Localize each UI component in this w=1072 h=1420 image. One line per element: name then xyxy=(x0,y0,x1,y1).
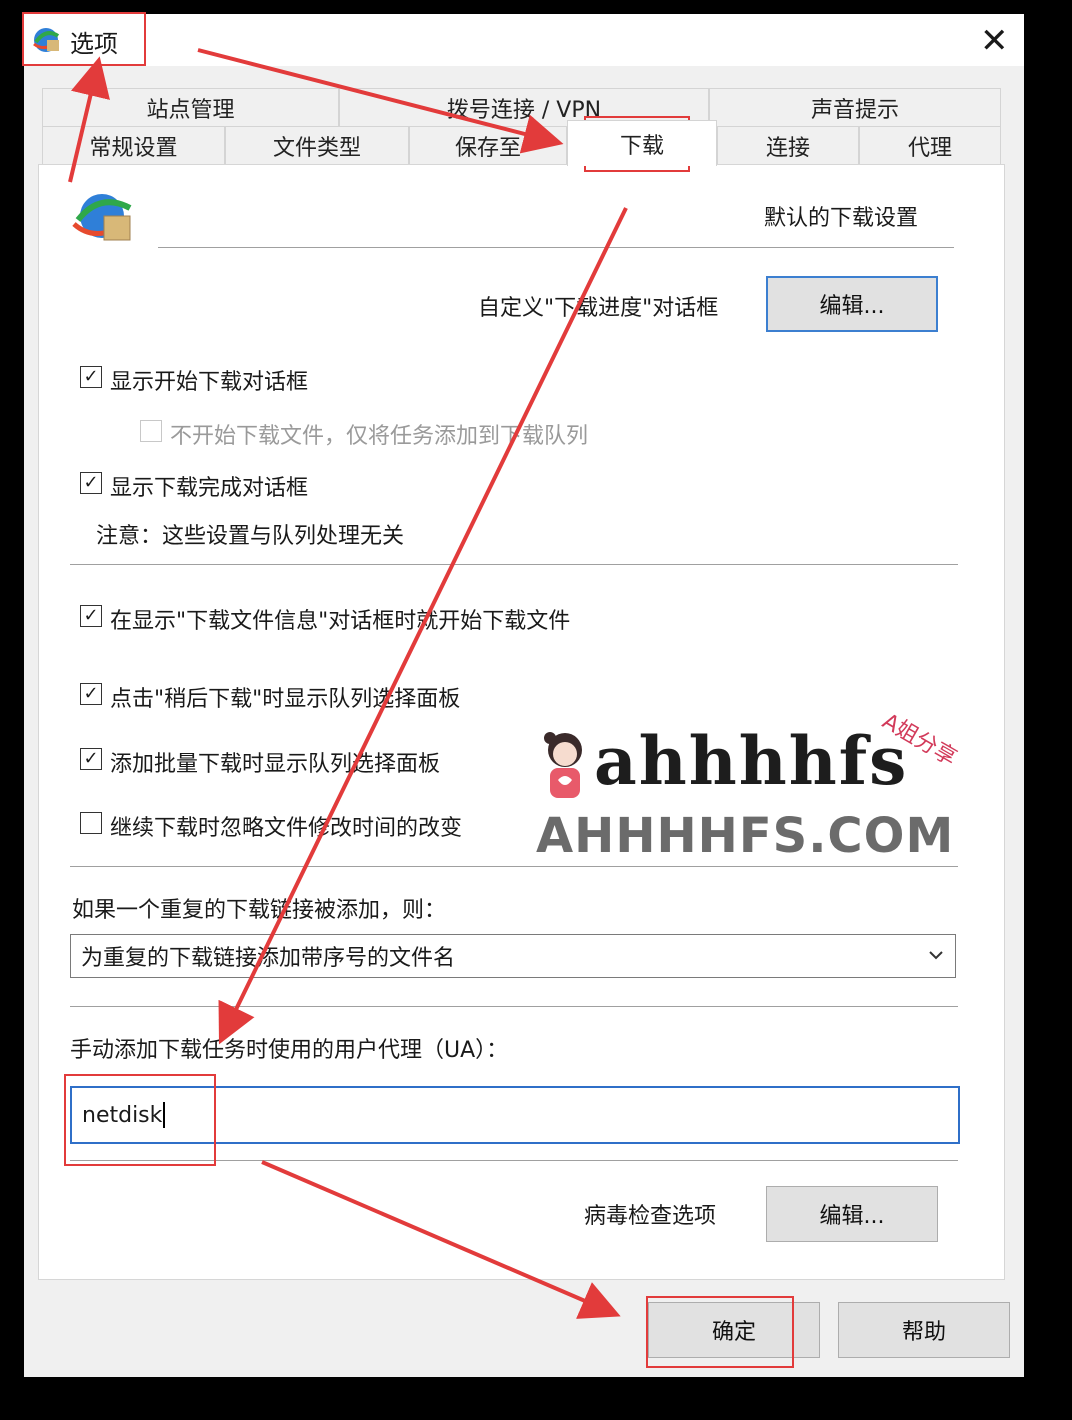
arrow-to-ua-field xyxy=(218,207,628,1045)
arrow-to-ok-button xyxy=(261,1160,621,1319)
arrow-to-download-tab xyxy=(197,48,564,154)
tab-download[interactable]: 下载 xyxy=(567,120,717,166)
arrow-to-title xyxy=(68,56,110,183)
annotation-arrows xyxy=(68,48,628,1319)
